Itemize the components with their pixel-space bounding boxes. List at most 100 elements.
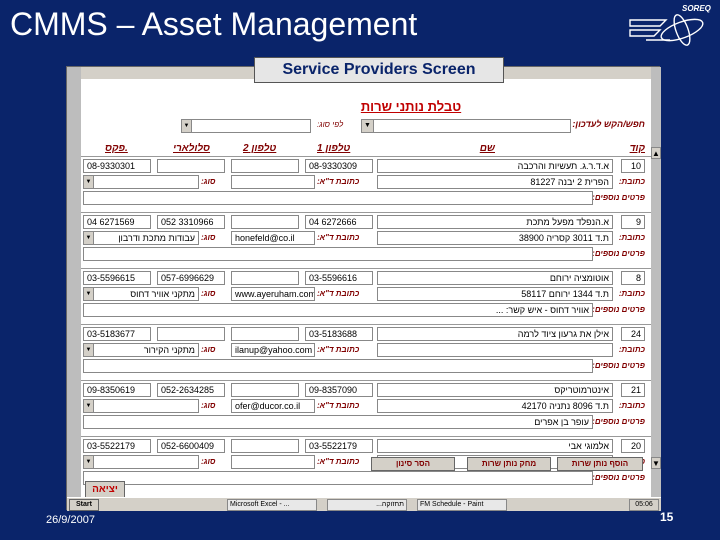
cellular-field[interactable] (157, 159, 225, 173)
phone2-field[interactable] (231, 159, 299, 173)
header-name: שם (479, 143, 495, 154)
taskbar-item[interactable]: תחזוקה... (327, 499, 407, 511)
header-code: קוד (629, 143, 645, 154)
phone2-field[interactable] (231, 383, 299, 397)
scroll-down-icon[interactable]: ▼ (651, 457, 661, 469)
email-field[interactable] (231, 455, 315, 469)
cellular-field[interactable]: 057-6996629 (157, 271, 225, 285)
details-label: פרטים נוספים: (592, 417, 645, 426)
scroll-up-icon[interactable]: ▲ (651, 147, 661, 159)
code-field[interactable]: 9 (621, 215, 645, 229)
provider-record: 24 אילן את גרעון ציוד לרמה 03-5183688 03-51… (81, 327, 651, 383)
type-select[interactable]: ▼ (83, 455, 199, 469)
phone1-field[interactable]: 08-9330309 (305, 159, 373, 173)
delete-provider-button[interactable]: מחק נותן שרות (467, 457, 551, 471)
type-label: סוג: (201, 177, 216, 186)
provider-record: 8 אוטומציה ירוחם 03-5596616 057-6996629 03-5… (81, 271, 651, 327)
fax-field[interactable]: 09-8350619 (83, 383, 151, 397)
exit-button[interactable]: יציאה (85, 481, 125, 497)
cellular-field[interactable]: 052-6600409 (157, 439, 225, 453)
phone1-field[interactable]: 09-8357090 (305, 383, 373, 397)
provider-record: 9 א.הנפלד מפעל מתכת 04 6272666 052 3310966 0… (81, 215, 651, 271)
type-value: מתקני הקירור (143, 345, 195, 355)
email-field[interactable] (231, 175, 315, 189)
header-cellular: סלולארי (173, 143, 211, 154)
details-field[interactable] (83, 471, 593, 485)
code-field[interactable]: 20 (621, 439, 645, 453)
type-select[interactable]: ▼ עבודות מתכת ודרבון (83, 231, 199, 245)
fax-field[interactable]: 04 6271569 (83, 215, 151, 229)
name-field[interactable]: אילן את גרעון ציוד לרמה (377, 327, 613, 341)
type-filter-select[interactable]: ▼ (181, 119, 311, 133)
phone1-field[interactable]: 04 6272666 (305, 215, 373, 229)
chevron-down-icon[interactable]: ▼ (84, 232, 94, 244)
details-field[interactable]: אוויר דחוס - איש קשר: ... (83, 303, 593, 317)
address-field[interactable]: הפרית 2 יבנה 81227 (377, 175, 613, 189)
taskbar: Start Microsoft Excel - ... תחזוקה... FM… (67, 497, 661, 511)
code-field[interactable]: 24 (621, 327, 645, 341)
name-field[interactable]: אלמוגי אבי (377, 439, 613, 453)
phone2-field[interactable] (231, 215, 299, 229)
details-field[interactable]: עופר בן אפרים (83, 415, 593, 429)
details-label: פרטים נוספים: (592, 473, 645, 482)
chevron-down-icon[interactable]: ▼ (362, 120, 374, 132)
scrollbar[interactable]: ▲ ▼ (651, 67, 661, 497)
address-field[interactable]: ת.ד 1344 ירוחם 58117 (377, 287, 613, 301)
search-select[interactable]: ▼ (361, 119, 571, 133)
name-field[interactable]: א.ד.ר.ג. תעשיות והרכבה (377, 159, 613, 173)
chevron-down-icon[interactable]: ▼ (84, 288, 94, 300)
email-label: כתובת ד"א: (317, 401, 360, 410)
details-label: פרטים נוספים: (592, 305, 645, 314)
type-select[interactable]: ▼ (83, 399, 199, 413)
fax-field[interactable]: 08-9330301 (83, 159, 151, 173)
type-label: סוג: (201, 401, 216, 410)
address-field[interactable]: ת.ד 8096 נתניה 42170 (377, 399, 613, 413)
type-label: סוג: (201, 289, 216, 298)
address-field[interactable]: ת.ד 3011 קסריה 38900 (377, 231, 613, 245)
start-button[interactable]: Start (69, 499, 99, 511)
details-field[interactable] (83, 247, 593, 261)
search-row: חפש/הקש לעדכון: ▼ לפי סוג: ▼ (81, 119, 651, 133)
cellular-field[interactable] (157, 327, 225, 341)
cellular-field[interactable]: 052 3310966 (157, 215, 225, 229)
type-select[interactable]: ▼ מתקני אוויר דחוס (83, 287, 199, 301)
name-field[interactable]: אינטרמוטריקס (377, 383, 613, 397)
type-value: מתקני אוויר דחוס (130, 289, 195, 299)
chevron-down-icon[interactable]: ▼ (84, 456, 94, 468)
email-field[interactable]: ilanup@yahoo.com (231, 343, 315, 357)
fax-field[interactable]: 03-5522179 (83, 439, 151, 453)
name-field[interactable]: אוטומציה ירוחם (377, 271, 613, 285)
chevron-down-icon[interactable]: ▼ (84, 176, 94, 188)
details-field[interactable] (83, 191, 593, 205)
phone1-field[interactable]: 03-5183688 (305, 327, 373, 341)
record-separator (81, 268, 651, 269)
code-field[interactable]: 10 (621, 159, 645, 173)
remove-filter-button[interactable]: הסר סינון (371, 457, 455, 471)
code-field[interactable]: 21 (621, 383, 645, 397)
chevron-down-icon[interactable]: ▼ (84, 400, 94, 412)
fax-field[interactable]: 03-5596615 (83, 271, 151, 285)
name-field[interactable]: א.הנפלד מפעל מתכת (377, 215, 613, 229)
fax-field[interactable]: 03-5183677 (83, 327, 151, 341)
details-field[interactable] (83, 359, 593, 373)
email-field[interactable]: www.ayeruham.com (231, 287, 315, 301)
cellular-field[interactable]: 052-2634285 (157, 383, 225, 397)
type-select[interactable]: ▼ (83, 175, 199, 189)
phone2-field[interactable] (231, 439, 299, 453)
taskbar-item[interactable]: FM Schedule - Paint (417, 499, 507, 511)
details-label: פרטים נוספים: (592, 193, 645, 202)
code-field[interactable]: 8 (621, 271, 645, 285)
phone1-field[interactable]: 03-5596616 (305, 271, 373, 285)
email-field[interactable]: honefeld@co.il (231, 231, 315, 245)
email-field[interactable]: ofer@ducor.co.il (231, 399, 315, 413)
email-label: כתובת ד"א: (317, 177, 360, 186)
type-select[interactable]: ▼ מתקני הקירור (83, 343, 199, 357)
phone1-field[interactable]: 03-5522179 (305, 439, 373, 453)
phone2-field[interactable] (231, 271, 299, 285)
address-field[interactable] (377, 343, 613, 357)
chevron-down-icon[interactable]: ▼ (84, 344, 94, 356)
add-provider-button[interactable]: הוסף נותן שרות (557, 457, 643, 471)
chevron-down-icon[interactable]: ▼ (182, 120, 192, 132)
taskbar-item[interactable]: Microsoft Excel - ... (227, 499, 317, 511)
phone2-field[interactable] (231, 327, 299, 341)
